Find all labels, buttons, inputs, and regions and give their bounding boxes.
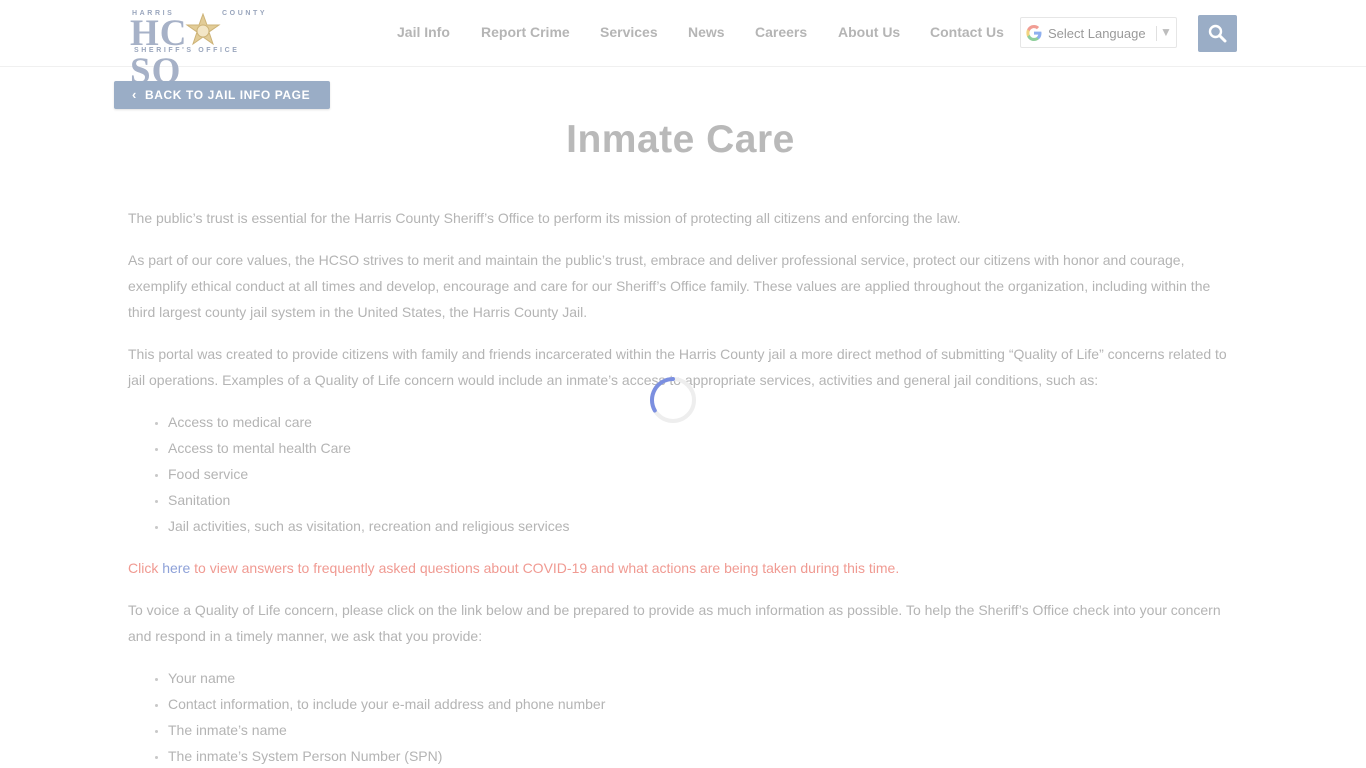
list-item: The inmate’s System Person Number (SPN) xyxy=(168,743,1240,768)
logo-text-sheriffs-office: SHERIFF'S OFFICE xyxy=(134,47,240,54)
page-title-text: Inmate Care xyxy=(566,118,795,161)
list-item: Your name xyxy=(168,665,1240,691)
paragraph-core-values: As part of our core values, the HCSO str… xyxy=(128,252,1211,320)
nav-careers[interactable]: Careers xyxy=(755,24,807,40)
covid-notice-prefix: Click xyxy=(128,560,163,576)
nav-about-us[interactable]: About Us xyxy=(838,24,900,40)
covid-faq-link[interactable]: here xyxy=(162,560,190,576)
sheriff-star-badge-icon xyxy=(185,13,221,46)
hcso-logo[interactable]: HARRIS COUNTY HCSO SHERIFF'S OFFICE xyxy=(130,10,272,91)
loading-spinner-icon xyxy=(649,377,696,423)
list-item: Food service xyxy=(168,461,1240,487)
nav-news[interactable]: News xyxy=(688,24,725,40)
list-item: Access to medical care xyxy=(168,409,1240,435)
google-g-icon xyxy=(1026,25,1042,41)
main-content: The public’s trust is essential for the … xyxy=(128,205,1240,768)
nav-jail-info[interactable]: Jail Info xyxy=(397,24,450,40)
list-item: Access to mental health Care xyxy=(168,435,1240,461)
list-item: Jail activities, such as visitation, rec… xyxy=(168,513,1240,539)
list-item: Sanitation xyxy=(168,487,1240,513)
search-icon xyxy=(1208,24,1227,43)
nav-services[interactable]: Services xyxy=(600,24,658,40)
dropdown-caret-icon: ▼ xyxy=(1160,25,1172,39)
required-info-list: Your name Contact information, to includ… xyxy=(168,665,1240,768)
language-select-label: Select Language xyxy=(1048,26,1146,41)
back-to-jail-info-button[interactable]: ‹ BACK TO JAIL INFO PAGE xyxy=(114,81,330,109)
paragraph-public-trust: The public’s trust is essential for the … xyxy=(128,210,961,226)
nav-contact-us[interactable]: Contact Us xyxy=(930,24,1004,40)
language-select-divider xyxy=(1156,26,1157,41)
nav-report-crime[interactable]: Report Crime xyxy=(481,24,570,40)
search-button[interactable] xyxy=(1198,15,1237,52)
covid-notice-suffix: to view answers to frequently asked ques… xyxy=(190,560,900,576)
list-item: The inmate’s name xyxy=(168,717,1240,743)
chevron-left-icon: ‹ xyxy=(132,87,137,102)
language-select[interactable]: Select Language ▼ xyxy=(1020,17,1177,48)
back-button-label: BACK TO JAIL INFO PAGE xyxy=(145,88,311,102)
quality-of-life-list: Access to medical care Access to mental … xyxy=(168,409,1240,539)
page-title: Inmate Care xyxy=(0,118,1366,162)
list-item: Contact information, to include your e-m… xyxy=(168,691,1240,717)
site-header: HARRIS COUNTY HCSO SHERIFF'S OFFICE Jail… xyxy=(0,0,1366,91)
paragraph-voice-concern: To voice a Quality of Life concern, plea… xyxy=(128,602,1221,644)
covid-notice: Click here to view answers to frequently… xyxy=(128,555,1240,581)
